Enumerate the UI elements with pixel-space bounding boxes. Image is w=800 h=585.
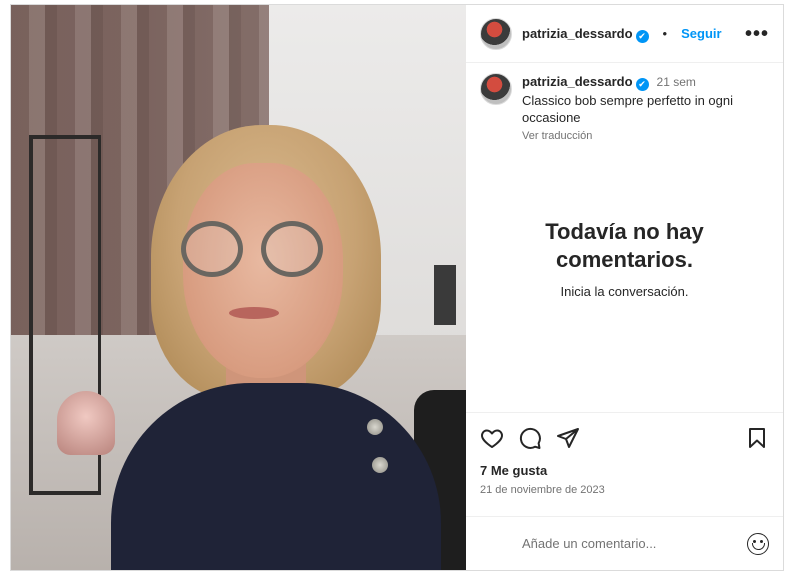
caption-text: Classico bob sempre perfetto in ogni occ… — [522, 93, 734, 125]
more-options-icon[interactable]: ••• — [745, 24, 769, 44]
caption-avatar[interactable] — [480, 73, 512, 105]
empty-comments-title: Todavía no hay comentarios. — [545, 219, 704, 272]
post-photo[interactable] — [11, 5, 466, 570]
likes-count[interactable]: 7 Me gusta — [480, 463, 769, 478]
photo-lips — [229, 307, 279, 319]
post-sidebar: patrizia_dessardo ✔ • Seguir ••• patrizia… — [466, 5, 783, 570]
separator-dot: • — [662, 26, 668, 41]
comment-input[interactable] — [522, 536, 747, 551]
post-date[interactable]: 21 de noviembre de 2023 — [480, 484, 769, 496]
comment-icon[interactable] — [518, 426, 542, 450]
caption-time[interactable]: 21 sem — [657, 75, 696, 89]
translate-link[interactable]: Ver traducción — [522, 128, 752, 145]
verified-icon: ✔ — [635, 78, 649, 91]
verified-icon: ✔ — [635, 29, 649, 43]
post-header: patrizia_dessardo ✔ • Seguir ••• — [466, 5, 783, 63]
caption-body: patrizia_dessardo ✔ 21 sem Classico bob se… — [522, 73, 752, 145]
add-comment-bar — [466, 516, 783, 570]
photo-glasses-left — [181, 221, 243, 277]
action-bar: 7 Me gusta 21 de noviembre de 2023 — [466, 412, 783, 496]
caption-username[interactable]: patrizia_dessardo — [522, 74, 633, 89]
photo-stand — [434, 265, 456, 325]
empty-comments: Todavía no hay comentarios. Inicia la co… — [466, 145, 783, 412]
photo-button-1 — [367, 419, 383, 435]
share-icon[interactable] — [556, 426, 580, 450]
photo-button-2 — [372, 457, 388, 473]
empty-comments-subtitle: Inicia la conversación. — [560, 284, 689, 299]
heart-icon[interactable] — [480, 426, 504, 450]
follow-button[interactable]: Seguir — [681, 26, 721, 41]
header-user: patrizia_dessardo ✔ — [522, 25, 649, 43]
avatar[interactable] — [480, 17, 512, 50]
action-icons — [480, 425, 769, 451]
bookmark-icon[interactable] — [745, 426, 769, 450]
emoji-icon[interactable] — [747, 532, 769, 555]
header-username[interactable]: patrizia_dessardo — [522, 26, 633, 41]
photo-glasses-right — [261, 221, 323, 277]
post-container: patrizia_dessardo ✔ • Seguir ••• patrizia… — [10, 4, 784, 571]
photo-lamp — [57, 391, 115, 455]
caption: patrizia_dessardo ✔ 21 sem Classico bob se… — [466, 63, 783, 145]
